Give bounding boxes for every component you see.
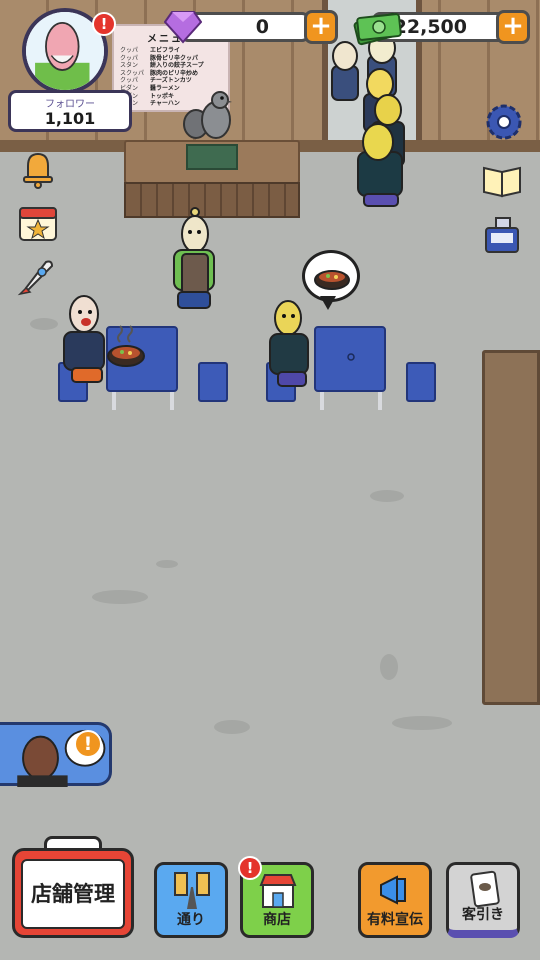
paid-ads-button[interactable]: 有料宣伝 (358, 862, 432, 938)
menu-item: エビフライ (150, 47, 181, 54)
table-leg (320, 392, 324, 410)
floor-stain (156, 560, 178, 568)
paid-ads-label: 有料宣伝 (367, 912, 423, 928)
invite-customers-button[interactable]: 客引き (446, 862, 520, 938)
dining-stool[interactable] (406, 362, 436, 402)
bibimbap-bowl-icon (314, 270, 350, 290)
menu-item: クッパ (120, 77, 139, 85)
purple-gem-icon (164, 11, 202, 44)
followers-panel[interactable]: フォロワー 1,101 (8, 90, 132, 132)
gear-icon[interactable] (482, 100, 526, 144)
followers-count: 1,101 (44, 109, 96, 128)
followers-label: フォロワー (45, 99, 95, 110)
street-icon (174, 872, 210, 909)
table-leg (378, 392, 382, 410)
pigeon-icon (183, 91, 232, 139)
table-leg (170, 392, 174, 410)
street-label: 通り (177, 912, 205, 928)
store-management-label: 店舗管理 (21, 859, 125, 929)
floor-stain (30, 318, 58, 330)
counter-register-screen (186, 144, 238, 170)
staff-worker[interactable] (168, 204, 220, 316)
character-alert-icon: ! (74, 730, 102, 758)
cash-register-icon[interactable] (480, 214, 524, 258)
waiting-customer[interactable] (266, 298, 316, 398)
buy-gems-button[interactable]: + (304, 10, 338, 44)
menu-item: スクッパ (120, 69, 145, 77)
bibimbap-bowl-icon (107, 325, 145, 367)
megaphone-icon (380, 875, 406, 905)
floor-stain (370, 490, 404, 502)
invite-customers-label: 客引き (462, 907, 504, 923)
table-marker-icon (347, 353, 355, 361)
floor-stain (214, 720, 250, 734)
speech-bubble-tail (320, 296, 336, 310)
menu-item: スタン (120, 62, 139, 70)
bell-icon[interactable] (16, 146, 60, 190)
calendar-star-icon[interactable] (16, 200, 60, 244)
cash-stack-icon (353, 12, 402, 46)
side-counter (482, 350, 540, 705)
cash-amount: 22,500 (393, 16, 467, 38)
menu-item: 餅入りの餃子スープ (150, 62, 204, 70)
menu-item: チーズトンカツ (150, 77, 192, 85)
store-management-button[interactable]: 店舗管理 (12, 848, 134, 938)
rocket-icon[interactable] (16, 254, 60, 298)
storefront-icon (259, 874, 297, 908)
shop-alert-badge: ! (238, 856, 262, 880)
buy-cash-button[interactable]: + (496, 10, 530, 44)
street-button[interactable]: 通り (154, 862, 228, 938)
floor-stain (92, 590, 148, 604)
dining-stool[interactable] (198, 362, 228, 402)
book-icon[interactable] (480, 158, 524, 202)
floor-stain (392, 716, 452, 730)
gem-amount: 0 (255, 16, 269, 38)
menu-item: クッパ (120, 47, 139, 54)
profile-alert-badge: ! (92, 12, 116, 36)
customer-queue (331, 32, 405, 207)
floor-stain (380, 654, 398, 680)
shop-label: 商店 (263, 912, 291, 928)
